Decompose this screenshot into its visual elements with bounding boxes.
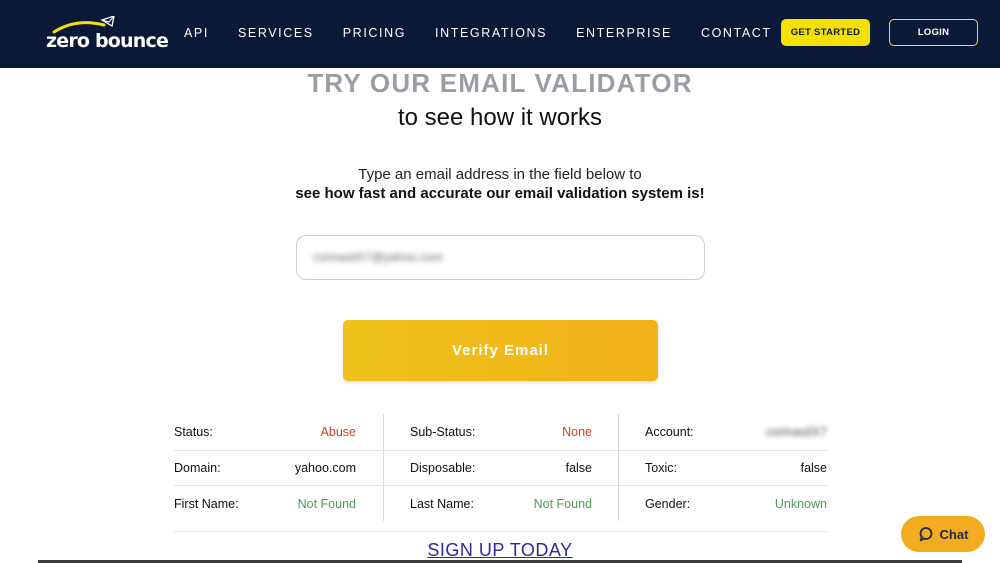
validator-heading: TRY OUR EMAIL VALIDATOR <box>307 68 693 98</box>
main-nav: API SERVICES PRICING INTEGRATIONS ENTERP… <box>184 26 801 40</box>
toxic-label: Toxic: <box>645 461 677 475</box>
sign-up-link[interactable]: SIGN UP TODAY <box>0 540 1000 561</box>
gender-label: Gender: <box>645 497 691 511</box>
toxic-value: false <box>800 461 827 475</box>
instructions-line-2: see how fast and accurate our email vali… <box>295 185 705 202</box>
column-divider <box>383 414 384 521</box>
chat-bubble-icon <box>919 527 932 542</box>
validator-subheading: to see how it works <box>397 104 603 131</box>
nav-api[interactable]: API <box>184 26 209 40</box>
status-value: Abuse <box>320 425 356 439</box>
nav-services[interactable]: SERVICES <box>238 26 314 40</box>
get-started-button[interactable]: GET STARTED <box>781 19 870 46</box>
zerobounce-logo[interactable]: zero bounce <box>46 16 169 54</box>
logo-wordmark: zero bounce <box>46 30 169 52</box>
first-name-value: Not Found <box>297 497 356 511</box>
row-divider <box>174 485 827 486</box>
first-name-label: First Name: <box>174 497 239 511</box>
account-value: corinasilX7 <box>765 425 827 439</box>
domain-value: yahoo.com <box>294 461 356 475</box>
nav-pricing[interactable]: PRICING <box>343 26 406 40</box>
login-button[interactable]: LOGIN <box>889 19 978 46</box>
nav-contact[interactable]: CONTACT <box>701 26 772 40</box>
top-navbar: zero bounce API SERVICES PRICING INTEGRA… <box>0 0 1000 68</box>
verify-email-button[interactable]: Verify Email <box>343 320 658 381</box>
chat-label: Chat <box>939 526 969 542</box>
disposable-label: Disposable: <box>410 461 476 475</box>
disposable-value: false <box>565 461 592 475</box>
nav-integrations[interactable]: INTEGRATIONS <box>435 26 547 40</box>
status-label: Status: <box>174 425 213 439</box>
gender-value: Unknown <box>774 497 827 511</box>
domain-label: Domain: <box>174 461 221 475</box>
nav-enterprise[interactable]: ENTERPRISE <box>576 26 672 40</box>
chat-button[interactable]: Chat <box>901 516 985 552</box>
email-input[interactable]: corinasilX7@yahoo.com <box>296 235 705 280</box>
column-divider <box>618 414 619 521</box>
email-input-value: corinasilX7@yahoo.com <box>313 250 443 264</box>
last-name-label: Last Name: <box>410 497 474 511</box>
sub-status-label: Sub-Status: <box>410 425 476 439</box>
account-label: Account: <box>645 425 694 439</box>
instructions-line-1: Type an email address in the field below… <box>358 166 642 183</box>
validation-results: Status: Abuse Sub-Status: None Account: … <box>174 414 827 532</box>
last-name-value: Not Found <box>533 497 592 511</box>
row-divider <box>174 531 827 532</box>
sub-status-value: None <box>562 425 592 439</box>
row-divider <box>174 450 827 451</box>
